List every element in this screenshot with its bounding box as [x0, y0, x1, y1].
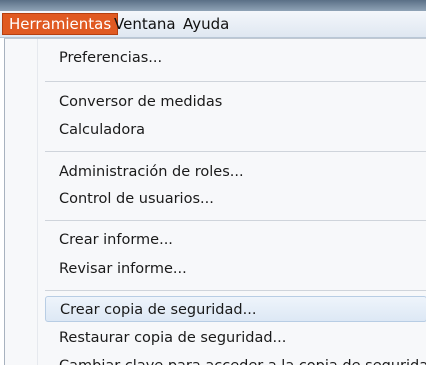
menu-item-revisar-informe[interactable]: Revisar informe... [59, 256, 187, 282]
menu-item-crear-informe[interactable]: Crear informe... [59, 227, 173, 253]
herramientas-dropdown-menu: Preferencias... Conversor de medidas Cal… [4, 38, 426, 365]
menu-item-conversor-de-medidas[interactable]: Conversor de medidas [59, 89, 222, 115]
menu-item-crear-copia-de-seguridad[interactable]: Crear copia de seguridad... [45, 296, 426, 322]
menu-icon-gutter [37, 39, 38, 365]
menu-separator [45, 290, 426, 291]
menu-item-administracion-de-roles[interactable]: Administración de roles... [59, 159, 244, 185]
menu-item-calculadora[interactable]: Calculadora [59, 117, 145, 143]
menu-separator [45, 151, 426, 152]
window-title-band [0, 0, 426, 11]
menu-item-cambiar-clave-copia-de-seguridad[interactable]: Cambiar clave para acceder a la copia de… [59, 353, 426, 365]
menubar-item-ayuda[interactable]: Ayuda [177, 13, 235, 35]
menubar: Herramientas Ventana Ayuda [0, 11, 426, 38]
menu-item-restaurar-copia-de-seguridad[interactable]: Restaurar copia de seguridad... [59, 325, 286, 351]
menu-item-control-de-usuarios[interactable]: Control de usuarios... [59, 186, 214, 212]
menu-item-preferencias[interactable]: Preferencias... [59, 45, 162, 71]
menu-separator [45, 220, 426, 221]
menubar-item-ventana[interactable]: Ventana [108, 13, 182, 35]
screen: Herramientas Ventana Ayuda Preferencias.… [0, 0, 426, 365]
menubar-item-herramientas[interactable]: Herramientas [2, 13, 119, 35]
menu-separator [45, 81, 426, 82]
